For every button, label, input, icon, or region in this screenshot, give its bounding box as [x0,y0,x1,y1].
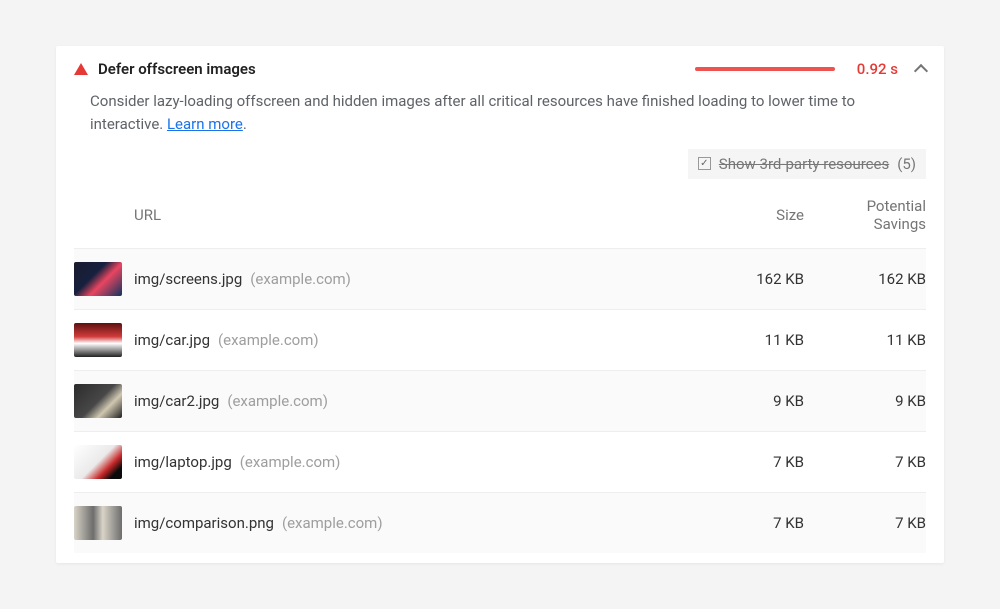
table-row[interactable]: img/laptop.jpg (example.com) 7 KB 7 KB [74,431,926,492]
thumbnail-icon [74,506,122,540]
table-row[interactable]: img/screens.jpg (example.com) 162 KB 162 K… [74,248,926,309]
thumbnail-icon [74,384,122,418]
resource-savings: 9 KB [816,392,926,410]
resource-origin: (example.com) [282,514,383,532]
chevron-up-icon[interactable] [914,64,928,78]
resource-savings: 7 KB [816,453,926,471]
resource-size: 7 KB [694,453,804,471]
table-row[interactable]: img/car2.jpg (example.com) 9 KB 9 KB [74,370,926,431]
resource-savings: 11 KB [816,331,926,349]
resource-origin: (example.com) [227,392,328,410]
audit-title: Defer offscreen images [98,60,256,78]
audit-panel: Defer offscreen images 0.92 s Consider l… [56,46,944,563]
column-size: Size [694,206,804,224]
third-party-toggle[interactable]: ✓ Show 3rd-party resources (5) [688,149,926,179]
metric-bar [695,67,835,71]
resource-origin: (example.com) [218,331,319,349]
third-party-label: Show 3rd-party resources [719,155,889,173]
thumbnail-icon [74,445,122,479]
resource-savings: 7 KB [816,514,926,532]
column-savings: Potential Savings [816,197,926,235]
resource-size: 162 KB [694,270,804,288]
resource-path: img/comparison.png [134,514,274,532]
column-url: URL [134,206,682,224]
resources-table: URL Size Potential Savings img/screens.j… [56,185,944,564]
thumbnail-icon [74,323,122,357]
table-header: URL Size Potential Savings [74,185,926,249]
audit-description: Consider lazy-loading offscreen and hidd… [56,82,944,149]
resource-path: img/laptop.jpg [134,453,232,471]
resource-size: 7 KB [694,514,804,532]
thumbnail-icon [74,262,122,296]
table-row[interactable]: img/comparison.png (example.com) 7 KB 7 KB [74,492,926,553]
resource-path: img/car.jpg [134,331,210,349]
resource-savings: 162 KB [816,270,926,288]
learn-more-link[interactable]: Learn more [167,115,243,133]
metric-value: 0.92 s [857,60,898,78]
resource-path: img/car2.jpg [134,392,219,410]
warning-triangle-icon [74,63,88,75]
checkbox-icon[interactable]: ✓ [698,157,711,170]
resource-origin: (example.com) [240,453,341,471]
resource-size: 9 KB [694,392,804,410]
audit-description-post: . [243,115,247,133]
third-party-count: (5) [897,155,916,173]
resource-size: 11 KB [694,331,804,349]
table-row[interactable]: img/car.jpg (example.com) 11 KB 11 KB [74,309,926,370]
resource-path: img/screens.jpg [134,270,242,288]
resource-origin: (example.com) [250,270,351,288]
audit-header[interactable]: Defer offscreen images 0.92 s [56,46,944,82]
